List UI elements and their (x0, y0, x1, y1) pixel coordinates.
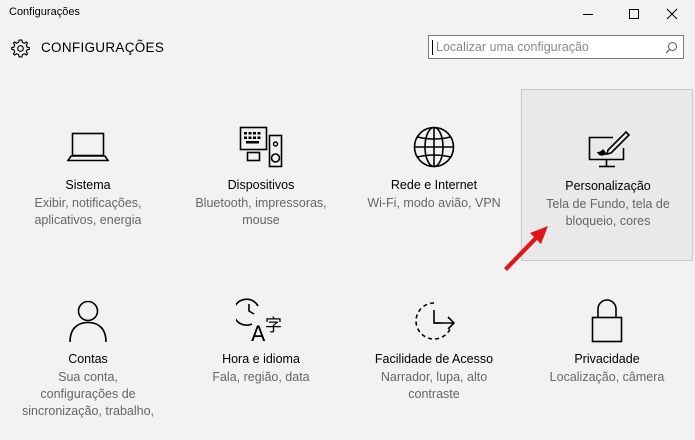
tile-privacidade[interactable]: Privacidade Localização, câmera (521, 293, 693, 433)
minimize-button[interactable] (565, 0, 611, 28)
search-icon[interactable] (665, 41, 678, 59)
tile-name: Facilidade de Acesso (374, 352, 494, 366)
tile-contas[interactable]: Contas Sua conta, configurações de sincron… (2, 293, 174, 433)
tile-name: Hora e idioma (222, 352, 300, 366)
annotation-arrow-icon (500, 222, 552, 277)
tile-description: Narrador, lupa, alto contraste (380, 370, 488, 401)
tile-name: Sistema (65, 178, 111, 192)
ease-of-access-icon (348, 299, 520, 349)
close-icon (666, 8, 678, 20)
globe-icon (348, 124, 520, 174)
tile-facilidade-de-acesso[interactable]: Facilidade de Acesso Narrador, lupa, alt… (348, 293, 520, 433)
tile-name: Dispositivos (227, 178, 295, 192)
minimize-icon (583, 14, 593, 15)
tile-description: Bluetooth, impressoras, mouse (195, 196, 327, 227)
devices-icon (175, 124, 347, 174)
tile-description: Sua conta, configurações de sincronização,… (21, 370, 155, 418)
settings-header: CONFIGURAÇÕES Localizar uma configuração (0, 28, 695, 68)
gear-icon (10, 38, 31, 64)
tile-dispositivos[interactable]: Dispositivos Bluetooth, impressoras, mous… (175, 120, 347, 260)
person-icon (2, 298, 174, 348)
tile-name: Privacidade (574, 352, 640, 366)
page-title: CONFIGURAÇÕES (41, 40, 165, 55)
tile-hora-e-idioma[interactable]: A 字 Hora e idioma Fala, região, data (175, 293, 347, 433)
tile-description: Localização, câmera (549, 370, 665, 384)
tile-name: Personalização (565, 179, 651, 193)
time-language-icon: A 字 (175, 297, 347, 347)
laptop-icon (2, 128, 174, 178)
personalization-icon (522, 128, 694, 178)
tile-name: Rede e Internet (390, 178, 478, 192)
tile-description: Exibir, notificações, aplicativos, energi… (34, 196, 142, 227)
search-input[interactable]: Localizar uma configuração (428, 35, 684, 59)
svg-text:A: A (251, 322, 266, 345)
tile-rede-e-internet[interactable]: Rede e Internet Wi-Fi, modo avião, VPN (348, 120, 520, 260)
tile-description: Fala, região, data (212, 370, 310, 384)
window-title: Configurações (9, 6, 80, 18)
tile-name: Contas (68, 352, 108, 366)
search-placeholder: Localizar uma configuração (436, 40, 589, 54)
close-button[interactable] (649, 0, 695, 28)
svg-text:字: 字 (265, 316, 282, 336)
tile-description: Wi-Fi, modo avião, VPN (367, 196, 501, 210)
maximize-icon (629, 9, 639, 19)
lock-icon (521, 297, 693, 347)
tile-sistema[interactable]: Sistema Exibir, notificações, aplicativos… (2, 120, 174, 260)
title-bar: Configurações (0, 0, 695, 28)
text-caret (432, 40, 433, 55)
